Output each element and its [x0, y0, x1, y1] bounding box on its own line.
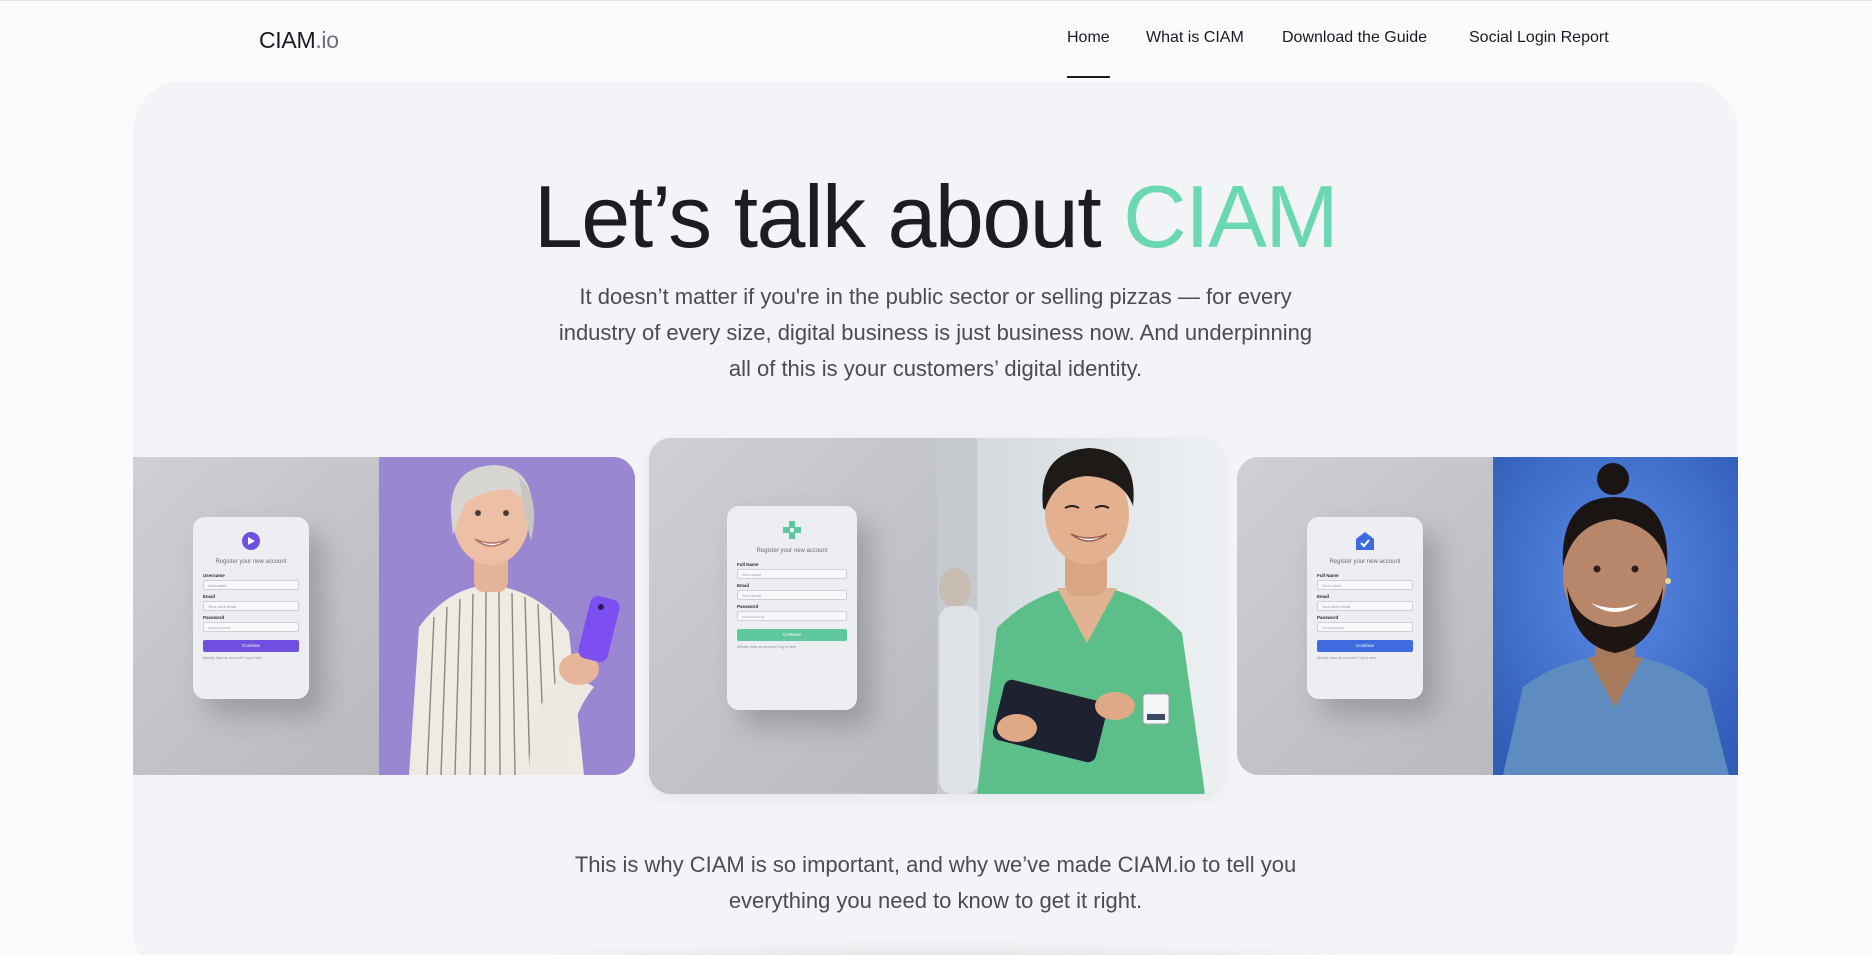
login-link-text: Already have an account? Log in here [203, 656, 262, 660]
brand-logo-icon [241, 531, 261, 551]
continue-button: Continue [1317, 640, 1413, 652]
continue-button: Continue [737, 629, 847, 641]
field-label: Full Name [737, 562, 759, 567]
field-label: Password [203, 615, 225, 620]
hero-closing-text: This is why CIAM is so important, and wh… [574, 852, 1297, 913]
login-link-text: Already have an account? Log in here [1317, 656, 1376, 660]
brand-logo-icon [782, 520, 802, 540]
field-label: Email [203, 594, 216, 599]
field-label: Password [1317, 615, 1339, 620]
headline-accent-text: CIAM [1123, 167, 1339, 266]
phone-mockup: Register your new account Full Name Your… [727, 506, 857, 710]
form-title: Register your new account [756, 548, 828, 554]
password-input: •••••••••••••••• [203, 622, 299, 632]
continue-button: Continue [203, 640, 299, 652]
email-input: Your email [737, 590, 847, 600]
next-section-shadow [433, 941, 1433, 955]
phone-mockup: Register your new account Full Name Your… [1307, 517, 1423, 699]
password-input: •••••••••••••••• [737, 611, 847, 621]
nav-link-social-login-report[interactable]: Social Login Report [1469, 29, 1609, 47]
field-label: Email [1317, 594, 1330, 599]
field-label: Email [737, 583, 750, 588]
site-header: CIAM.io Home What is CIAM Download the G… [0, 1, 1872, 81]
nav-link-download-guide[interactable]: Download the Guide [1282, 29, 1427, 47]
photo-nurse-with-tablet [937, 438, 1223, 794]
showcase-card-3: Register your new account Full Name Your… [1237, 457, 1738, 775]
hero-section: Let’s talk about CIAM It doesn’t matter … [133, 81, 1738, 955]
username-input: Username [203, 580, 299, 590]
login-link-text: Already have an account? Log in here [737, 645, 796, 649]
hero-lede: It doesn’t matter if you're in the publi… [558, 284, 1313, 381]
phone-mockup: Register your new account Username Usern… [193, 517, 309, 699]
nav-link-home[interactable]: Home [1067, 29, 1110, 78]
email-input: Your work email [203, 601, 299, 611]
main-nav: Home What is CIAM Download the Guide Soc… [0, 29, 1872, 81]
showcase-card-2: Register your new account Full Name Your… [649, 438, 1223, 794]
nav-link-what-is-ciam[interactable]: What is CIAM [1146, 29, 1244, 47]
form-mockup-panel: Register your new account Username Usern… [133, 457, 379, 775]
form-mockup-panel: Register your new account Full Name Your… [1237, 457, 1493, 775]
password-input: •••••••••••••••• [1317, 622, 1413, 632]
fullname-input: Your name [737, 569, 847, 579]
headline-text: Let’s talk about [533, 167, 1124, 266]
field-label: Full Name [1317, 573, 1339, 578]
hero-headline: Let’s talk about CIAM [133, 167, 1738, 266]
form-mockup-panel: Register your new account Full Name Your… [649, 438, 937, 794]
brand-logo-icon [1355, 531, 1375, 551]
form-title: Register your new account [1329, 559, 1401, 565]
photo-woman-with-phone [379, 457, 635, 775]
photo-smiling-man [1493, 457, 1738, 775]
form-title: Register your new account [215, 559, 287, 565]
fullname-input: Your name [1317, 580, 1413, 590]
field-label: Username [203, 573, 225, 578]
field-label: Password [737, 604, 759, 609]
showcase-card-1: Register your new account Username Usern… [133, 457, 635, 775]
email-input: Your work email [1317, 601, 1413, 611]
